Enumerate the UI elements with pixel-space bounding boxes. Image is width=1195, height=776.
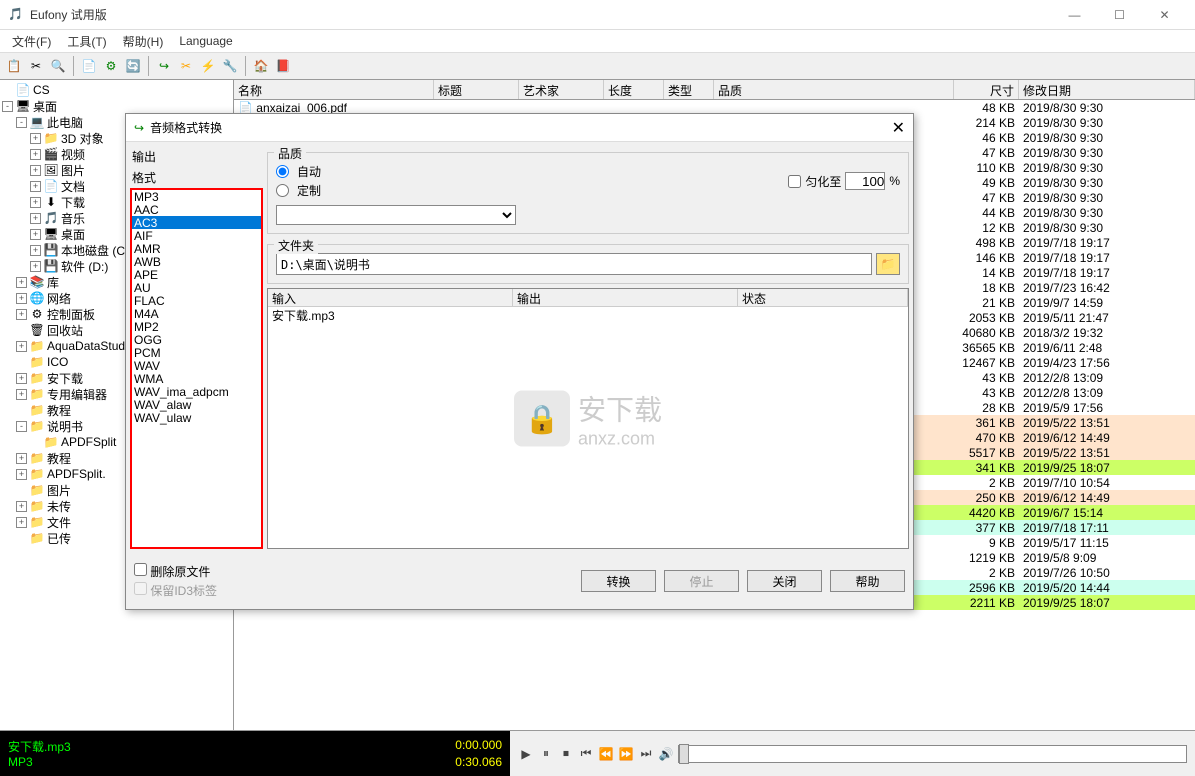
- keep-id3-checkbox[interactable]: 保留ID3标签: [134, 582, 581, 599]
- format-label: 格式: [130, 167, 263, 188]
- bottom-bar: 安下载.mp30:00.000 MP30:30.066 ▶ ⏸ ⏹ ⏮ ⏪ ⏩ …: [0, 730, 1195, 776]
- format-option[interactable]: WAV: [132, 359, 261, 372]
- format-option[interactable]: APE: [132, 268, 261, 281]
- format-listbox[interactable]: MP3AACAC3AIFAMRAWBAPEAUFLACM4AMP2OGGPCMW…: [130, 188, 263, 549]
- convert-dialog: ↪ 音频格式转换 ✕ 输出 格式 MP3AACAC3AIFAMRAWBAPEAU…: [125, 113, 914, 610]
- format-option[interactable]: PCM: [132, 346, 261, 359]
- format-option[interactable]: WAV_ima_adpcm: [132, 385, 261, 398]
- next-button[interactable]: ⏭: [638, 746, 654, 762]
- io-col-output: 输出: [513, 289, 738, 306]
- folder-group-label: 文件夹: [274, 237, 318, 254]
- menu-tools[interactable]: 工具(T): [59, 31, 114, 52]
- toolbar-btn-3[interactable]: 🔍: [48, 56, 68, 76]
- toolbar-btn-7[interactable]: ↪: [154, 56, 174, 76]
- delete-original-checkbox[interactable]: 删除原文件: [134, 563, 581, 580]
- format-option[interactable]: AMR: [132, 242, 261, 255]
- convert-button[interactable]: 转换: [581, 570, 656, 592]
- minimize-button[interactable]: —: [1052, 0, 1097, 30]
- format-option[interactable]: AC3: [132, 216, 261, 229]
- toolbar-btn-5[interactable]: ⚙: [101, 56, 121, 76]
- forward-button[interactable]: ⏩: [618, 746, 634, 762]
- toolbar-btn-4[interactable]: 📄: [79, 56, 99, 76]
- quality-combo[interactable]: [276, 205, 516, 225]
- rewind-button[interactable]: ⏪: [598, 746, 614, 762]
- pause-button[interactable]: ⏸: [538, 746, 554, 762]
- seek-slider[interactable]: [678, 745, 1187, 763]
- format-option[interactable]: AAC: [132, 203, 261, 216]
- radio-custom[interactable]: 定制: [276, 182, 788, 199]
- arrow-icon: ↪: [134, 121, 144, 135]
- player-controls: ▶ ⏸ ⏹ ⏮ ⏪ ⏩ ⏭ 🔊: [510, 731, 1195, 776]
- io-list-item[interactable]: 安下载.mp3: [268, 307, 908, 324]
- dialog-title: 音频格式转换: [150, 119, 892, 136]
- tree-node[interactable]: -🖥桌面: [2, 98, 231, 114]
- stop-button[interactable]: 停止: [664, 570, 739, 592]
- normalize-checkbox[interactable]: 匀化至 %: [788, 172, 900, 190]
- toolbar-btn-6[interactable]: 🔄: [123, 56, 143, 76]
- col-title[interactable]: 标题: [434, 80, 519, 99]
- folder-path-input[interactable]: [276, 253, 872, 275]
- format-option[interactable]: WMA: [132, 372, 261, 385]
- tree-node[interactable]: 📄CS: [2, 82, 231, 98]
- format-option[interactable]: WAV_alaw: [132, 398, 261, 411]
- format-option[interactable]: M4A: [132, 307, 261, 320]
- toolbar-btn-book[interactable]: 📕: [273, 56, 293, 76]
- format-option[interactable]: AIF: [132, 229, 261, 242]
- close-button[interactable]: ✕: [1142, 0, 1187, 30]
- close-dialog-button[interactable]: 关闭: [747, 570, 822, 592]
- toolbar-btn-9[interactable]: ⚡: [198, 56, 218, 76]
- col-name[interactable]: 名称: [234, 80, 434, 99]
- quality-group-label: 品质: [274, 145, 306, 162]
- menubar: 文件(F) 工具(T) 帮助(H) Language: [0, 30, 1195, 52]
- prev-button[interactable]: ⏮: [578, 746, 594, 762]
- col-artist[interactable]: 艺术家: [519, 80, 604, 99]
- col-type[interactable]: 类型: [664, 80, 714, 99]
- browse-folder-button[interactable]: 📁: [876, 253, 900, 275]
- toolbar-btn-8[interactable]: ✂: [176, 56, 196, 76]
- format-option[interactable]: MP2: [132, 320, 261, 333]
- format-option[interactable]: AU: [132, 281, 261, 294]
- col-date[interactable]: 修改日期: [1019, 80, 1195, 99]
- toolbar-btn-10[interactable]: 🔧: [220, 56, 240, 76]
- radio-auto[interactable]: 自动: [276, 163, 788, 180]
- format-option[interactable]: MP3: [132, 190, 261, 203]
- format-option[interactable]: OGG: [132, 333, 261, 346]
- toolbar-btn-2[interactable]: ✂: [26, 56, 46, 76]
- io-col-status: 状态: [738, 289, 908, 306]
- col-quality[interactable]: 品质: [714, 80, 954, 99]
- volume-icon[interactable]: 🔊: [658, 746, 674, 762]
- window-title: Eufony 试用版: [30, 6, 1052, 23]
- toolbar-btn-home[interactable]: 🏠: [251, 56, 271, 76]
- normalize-input[interactable]: [845, 172, 885, 190]
- col-length[interactable]: 长度: [604, 80, 664, 99]
- help-button[interactable]: 帮助: [830, 570, 905, 592]
- io-col-input: 输入: [268, 289, 513, 306]
- format-option[interactable]: FLAC: [132, 294, 261, 307]
- menu-file[interactable]: 文件(F): [4, 31, 59, 52]
- file-header: 名称 标题 艺术家 长度 类型 品质 尺寸 修改日期: [234, 80, 1195, 100]
- menu-language[interactable]: Language: [171, 32, 240, 50]
- format-option[interactable]: WAV_ulaw: [132, 411, 261, 424]
- maximize-button[interactable]: ☐: [1097, 0, 1142, 30]
- titlebar: 🎵 Eufony 试用版 — ☐ ✕: [0, 0, 1195, 30]
- toolbar: 📋 ✂ 🔍 📄 ⚙ 🔄 ↪ ✂ ⚡ 🔧 🏠 📕: [0, 52, 1195, 80]
- toolbar-btn-1[interactable]: 📋: [4, 56, 24, 76]
- col-size[interactable]: 尺寸: [954, 80, 1019, 99]
- output-label: 输出: [130, 146, 263, 167]
- status-panel: 安下载.mp30:00.000 MP30:30.066: [0, 731, 510, 776]
- stop-button[interactable]: ⏹: [558, 746, 574, 762]
- dialog-close-button[interactable]: ✕: [892, 118, 905, 138]
- play-button[interactable]: ▶: [518, 746, 534, 762]
- menu-help[interactable]: 帮助(H): [115, 31, 172, 52]
- format-option[interactable]: AWB: [132, 255, 261, 268]
- app-icon: 🎵: [8, 7, 24, 23]
